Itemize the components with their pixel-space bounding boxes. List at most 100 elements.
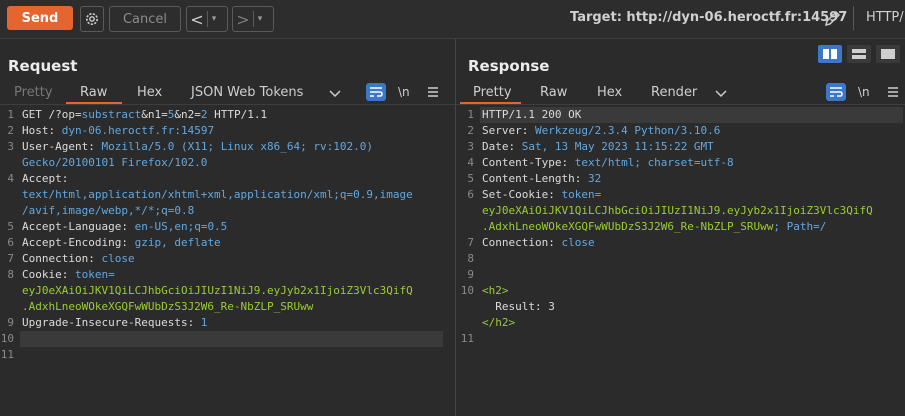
code-token: Connection: <box>482 236 555 249</box>
line-content: Date: Sat, 13 May 2023 11:15:22 GMT <box>482 139 714 155</box>
response-editor[interactable]: 1 HTTP/1.1 200 OK 2 Server: Werkzeug/2.3.4 … <box>460 107 905 407</box>
forward-button-group: > ▾ <box>232 6 274 32</box>
edit-target-button[interactable] <box>823 8 843 28</box>
line-number: 6 <box>7 236 14 249</box>
line-content: GET /?op=substract&n1=5&n2=2 HTTP/1.1 <box>22 107 267 123</box>
line-number: 11 <box>460 332 474 345</box>
code-token: Upgrade-Insecure-Requests: <box>22 316 195 329</box>
line-content: Result: 3 <box>482 299 555 315</box>
code-token: Set-Cookie: <box>482 188 555 201</box>
request-editor[interactable]: 1 GET /?op=substract&n1=5&n2=2 HTTP/1.1 2 H… <box>0 107 455 407</box>
request-tab-hex[interactable]: Hex <box>137 85 162 100</box>
response-message-actions-button[interactable] <box>826 83 846 101</box>
line-content: Connection: close <box>22 251 135 267</box>
code-token: text/html,application/xhtml+xml,applicat… <box>22 188 413 201</box>
line-content: HTTP/1.1 200 OK <box>482 107 581 123</box>
pane-splitter[interactable] <box>455 39 456 416</box>
line-number: 3 <box>467 140 474 153</box>
http-version-label[interactable]: HTTP/ <box>866 10 904 25</box>
layout-stacked-button[interactable] <box>847 45 871 63</box>
response-tab-pretty[interactable]: Pretty <box>473 85 512 100</box>
code-token: Date: <box>482 140 516 153</box>
response-menu-icon[interactable] <box>887 86 899 98</box>
code-token: .AdxhLneoWOkeXGQFwWUbDzS3J2W6_Re-NbZLP_S… <box>22 300 314 313</box>
line-content: Content-Type: text/html; charset=utf-8 <box>482 155 734 171</box>
request-tabs-border <box>0 104 455 105</box>
code-token: /avif,image/webp,*/*;q=0.8 <box>22 204 195 217</box>
chevron-down-icon[interactable] <box>714 86 728 100</box>
code-token: &n1= <box>141 108 168 121</box>
line-content: Set-Cookie: token= <box>482 187 601 203</box>
code-token: </h2> <box>482 316 516 329</box>
code-token: 1 <box>194 316 208 329</box>
response-tab-hex[interactable]: Hex <box>597 85 622 100</box>
line-number: 10 <box>0 332 14 345</box>
toolbar-divider <box>853 6 854 30</box>
line-number: 2 <box>7 124 14 137</box>
response-tabs-border <box>456 104 905 105</box>
line-number: 7 <box>467 236 474 249</box>
response-pane-title: Response <box>468 57 550 75</box>
code-token: eyJ0eXAiOiJKV1QiLCJhbGciOiJIUzI1NiJ9.eyJ… <box>22 284 413 297</box>
line-number: 9 <box>7 316 14 329</box>
request-message-actions-button[interactable] <box>366 83 386 101</box>
line-content: Host: dyn-06.heroctf.fr:14597 <box>22 123 214 139</box>
code-token: Content-Length: <box>482 172 582 185</box>
line-content: .AdxhLneoWOkeXGQFwWUbDzS3J2W6_Re-NbZLP_S… <box>22 299 313 315</box>
line-number: 7 <box>7 252 14 265</box>
line-number: 3 <box>7 140 14 153</box>
request-tab-jwt[interactable]: JSON Web Tokens <box>191 85 303 100</box>
toolbar-bottom-border <box>0 38 905 39</box>
line-content: <h2> <box>482 283 509 299</box>
forward-button[interactable]: > <box>233 10 253 29</box>
code-token: Content-Type: <box>482 156 569 169</box>
code-token: substract <box>81 108 142 121</box>
cancel-button[interactable]: Cancel <box>109 6 181 32</box>
send-button[interactable]: Send <box>7 6 73 30</box>
line-number: 2 <box>467 124 474 137</box>
code-token: Accept-Encoding: <box>22 236 128 249</box>
response-newline-toggle[interactable]: \n <box>858 85 870 99</box>
code-token: HTTP/1.1 200 OK <box>482 108 582 121</box>
gear-icon <box>86 13 98 25</box>
line-number: 8 <box>7 268 14 281</box>
edit-icon <box>824 10 841 27</box>
code-token: text/html; charset=utf-8 <box>568 156 734 169</box>
layout-single-button[interactable] <box>876 45 900 63</box>
line-content: eyJ0eXAiOiJKV1QiLCJhbGciOiJIUzI1NiJ9.eyJ… <box>22 283 413 299</box>
line-number: 6 <box>467 188 474 201</box>
line-content: .AdxhLneoWOkeXGQFwWUbDzS3J2W6_Re-NbZLP_S… <box>482 219 826 235</box>
back-button-group: < ▾ <box>186 6 228 32</box>
line-content: Upgrade-Insecure-Requests: 1 <box>22 315 207 331</box>
code-token: en-US,en;q=0.5 <box>127 220 228 233</box>
chevron-down-icon[interactable] <box>328 86 342 100</box>
response-tab-raw[interactable]: Raw <box>540 85 567 100</box>
columns-icon <box>823 49 837 59</box>
code-token: Werkzeug/2.3.4 Python/3.10.6 <box>528 124 721 137</box>
request-newline-toggle[interactable]: \n <box>398 85 410 99</box>
back-history-dropdown[interactable]: ▾ <box>208 14 220 24</box>
forward-history-dropdown[interactable]: ▾ <box>254 14 266 24</box>
settings-button[interactable] <box>80 6 104 32</box>
request-menu-icon[interactable] <box>427 86 439 98</box>
line-content: eyJ0eXAiOiJKV1QiLCJhbGciOiJIUzI1NiJ9.eyJ… <box>482 203 873 219</box>
code-token: ; Path=/ <box>773 220 827 233</box>
list-wrap-icon <box>370 87 383 97</box>
request-tab-pretty[interactable]: Pretty <box>14 85 53 100</box>
line-content: Accept-Encoding: gzip, deflate <box>22 235 221 251</box>
layout-side-by-side-button[interactable] <box>818 45 842 63</box>
code-token: HTTP/1.1 <box>207 108 268 121</box>
request-pane-title: Request <box>8 57 78 75</box>
request-tab-raw[interactable]: Raw <box>80 85 107 100</box>
code-token: <h2> <box>482 284 509 297</box>
back-button[interactable]: < <box>187 10 207 29</box>
line-content: /avif,image/webp,*/*;q=0.8 <box>22 203 194 219</box>
code-token: Cookie: <box>22 268 69 281</box>
code-token: Sat, 13 May 2023 11:15:22 GMT <box>515 140 714 153</box>
code-token: Host: <box>22 124 56 137</box>
response-tab-render[interactable]: Render <box>651 85 697 100</box>
code-token: Result: 3 <box>482 300 555 313</box>
code-token: token= <box>554 188 602 201</box>
code-token: Connection: <box>22 252 95 265</box>
line-content: </h2> <box>482 315 515 331</box>
